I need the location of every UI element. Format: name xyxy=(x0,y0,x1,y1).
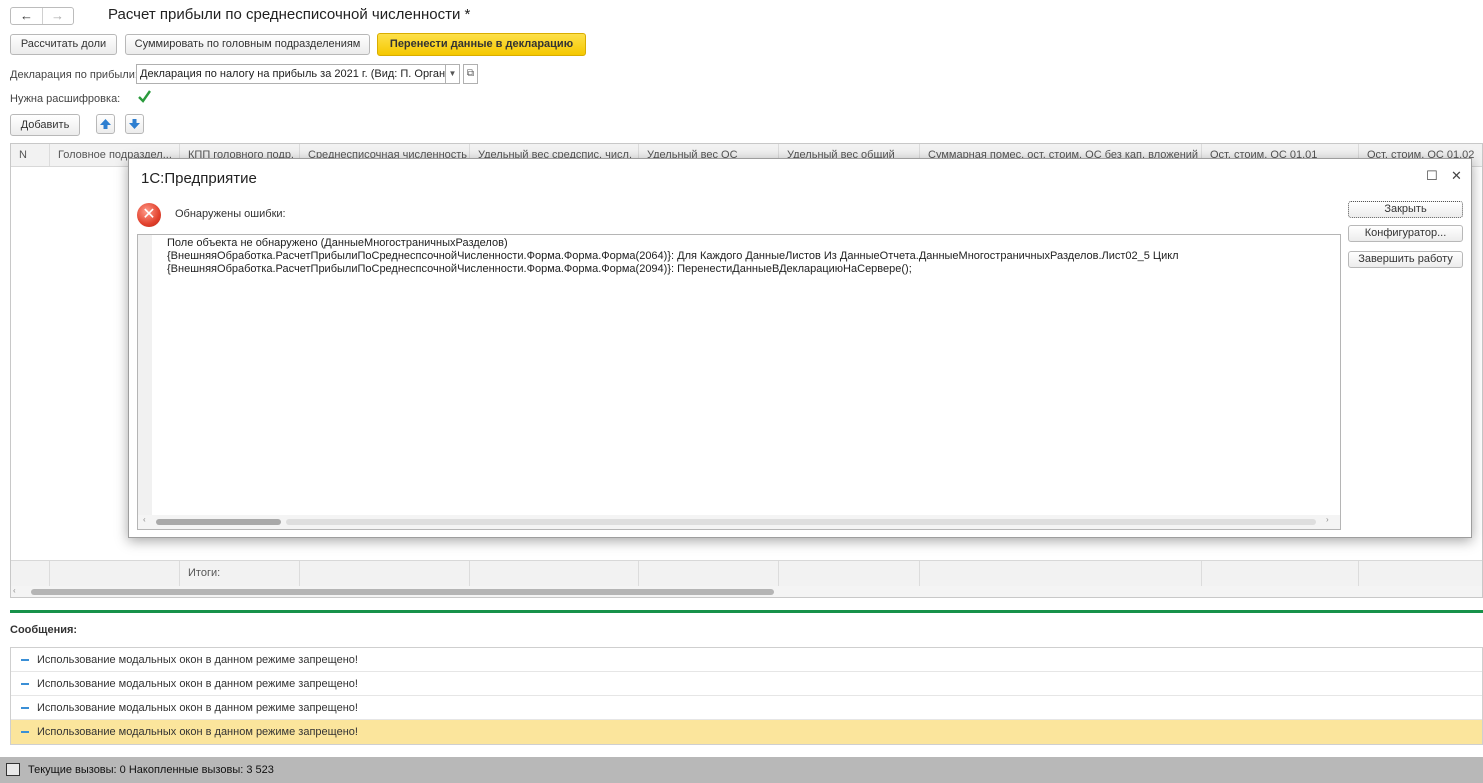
open-icon[interactable]: ⧉ xyxy=(463,64,478,84)
message-item[interactable]: Использование модальных окон в данном ре… xyxy=(11,648,1482,672)
message-item-selected[interactable]: Использование модальных окон в данном ре… xyxy=(11,720,1482,744)
textarea-horizontal-scrollbar[interactable]: ‹ › xyxy=(138,515,1340,529)
add-button[interactable]: Добавить xyxy=(10,114,80,136)
sum-by-head-button[interactable]: Суммировать по головным подразделениям xyxy=(125,34,370,55)
table-totals-row: Итоги: xyxy=(11,560,1482,586)
exit-button[interactable]: Завершить работу xyxy=(1348,251,1463,268)
scrollbar-thumb[interactable] xyxy=(31,589,774,595)
arrow-down-icon xyxy=(129,119,140,129)
configurator-button[interactable]: Конфигуратор... xyxy=(1348,225,1463,242)
error-line: Поле объекта не обнаружено (ДанныеМногос… xyxy=(167,237,508,249)
decoding-checkbox[interactable] xyxy=(137,89,152,104)
message-bullet-icon xyxy=(21,731,29,733)
error-icon: ✕ xyxy=(137,203,161,227)
transfer-to-declaration-button[interactable]: Перенести данные в декларацию xyxy=(377,33,586,56)
decoding-label: Нужна расшифровка: xyxy=(10,93,121,105)
dialog-title: 1С:Предприятие xyxy=(141,170,257,187)
arrow-up-icon xyxy=(100,119,111,129)
message-bullet-icon xyxy=(21,683,29,685)
declaration-field[interactable]: Декларация по налогу на прибыль за 2021 … xyxy=(136,64,446,84)
scroll-left-icon[interactable]: ‹ xyxy=(143,515,146,524)
message-bullet-icon xyxy=(21,707,29,709)
status-bar: Текущие вызовы: 0 Накопленные вызовы: 3 … xyxy=(0,757,1483,783)
page-title: Расчет прибыли по среднесписочной числен… xyxy=(108,6,471,23)
move-up-button[interactable] xyxy=(96,114,115,134)
calc-shares-button[interactable]: Рассчитать доли xyxy=(10,34,117,55)
dropdown-icon[interactable]: ▼ xyxy=(445,64,460,84)
forward-arrow-icon[interactable]: → xyxy=(42,8,73,24)
error-dialog: 1С:Предприятие ☐ ✕ ✕ Обнаружены ошибки: … xyxy=(128,158,1472,538)
move-down-button[interactable] xyxy=(125,114,144,134)
message-bullet-icon xyxy=(21,659,29,661)
error-line: {ВнешняяОбработка.РасчетПрибылиПоСреднес… xyxy=(167,263,912,275)
scrollbar-thumb[interactable] xyxy=(156,519,281,525)
totals-label: Итоги: xyxy=(180,561,300,586)
status-text: Текущие вызовы: 0 Накопленные вызовы: 3 … xyxy=(28,764,274,776)
close-button[interactable]: Закрыть xyxy=(1348,201,1463,218)
message-item[interactable]: Использование модальных окон в данном ре… xyxy=(11,696,1482,720)
scroll-right-icon[interactable]: › xyxy=(1326,515,1329,524)
error-heading: Обнаружены ошибки: xyxy=(175,208,286,220)
column-header[interactable]: N xyxy=(11,144,50,166)
close-icon[interactable]: ✕ xyxy=(1451,168,1462,184)
declaration-label: Декларация по прибыли: xyxy=(10,69,138,81)
messages-list: Использование модальных окон в данном ре… xyxy=(10,647,1483,745)
table-horizontal-scrollbar[interactable]: ‹ xyxy=(11,586,1482,597)
checkmark-icon xyxy=(138,90,151,103)
scroll-left-icon[interactable]: ‹ xyxy=(13,586,16,595)
error-details-textarea[interactable]: Поле объекта не обнаружено (ДанныеМногос… xyxy=(137,234,1341,530)
message-item[interactable]: Использование модальных окон в данном ре… xyxy=(11,672,1482,696)
maximize-icon[interactable]: ☐ xyxy=(1426,168,1438,184)
windows-icon[interactable] xyxy=(6,763,20,776)
navigation-group: ← → xyxy=(10,7,74,25)
messages-title: Сообщения: xyxy=(10,624,78,636)
back-arrow-icon[interactable]: ← xyxy=(11,8,43,24)
error-line: {ВнешняяОбработка.РасчетПрибылиПоСреднес… xyxy=(167,250,1179,262)
messages-divider xyxy=(10,610,1483,613)
